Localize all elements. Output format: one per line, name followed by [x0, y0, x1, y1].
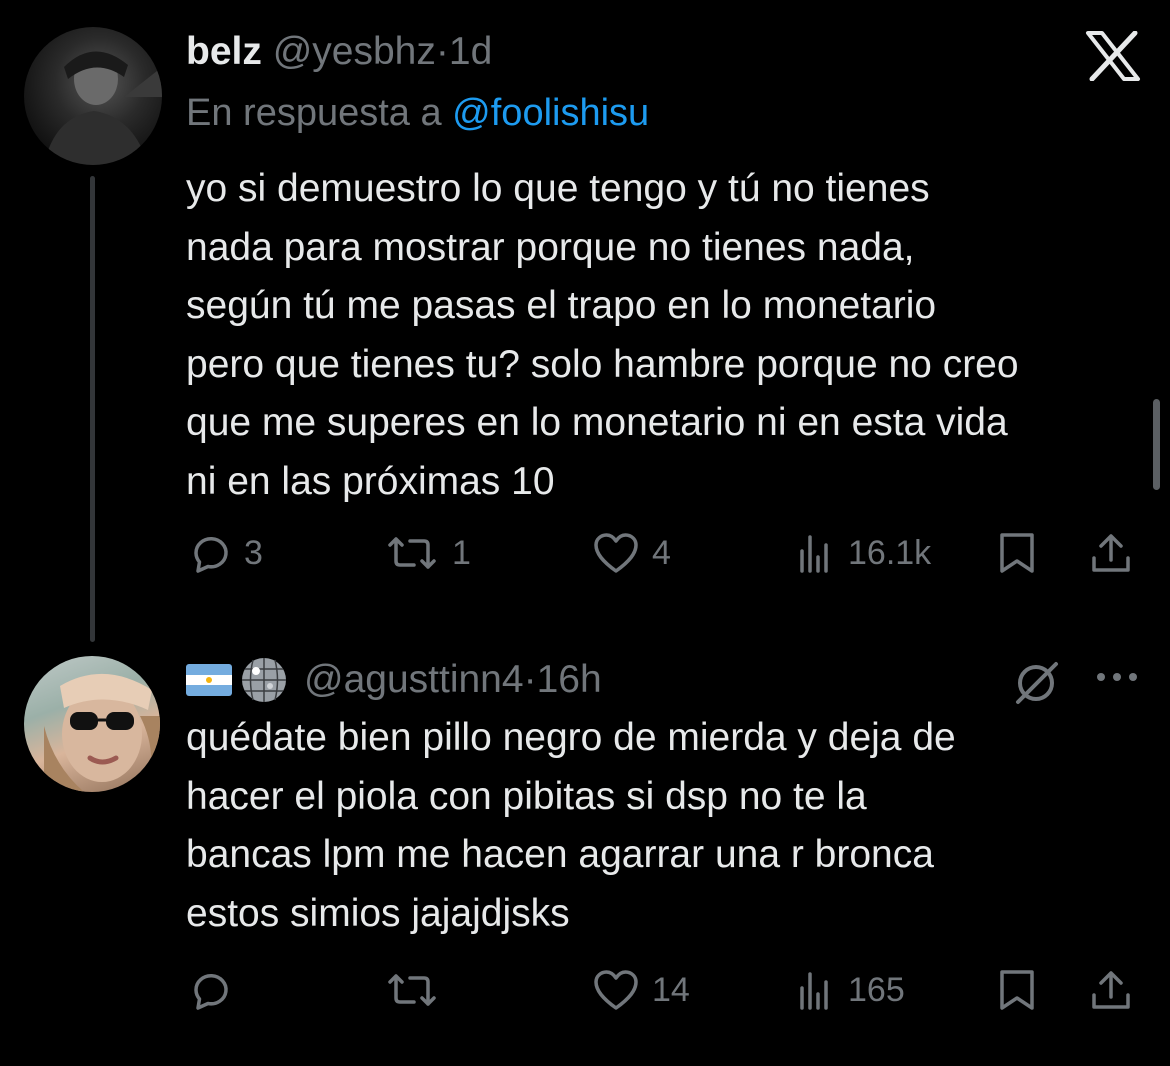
avatar-photo-icon [44, 673, 160, 792]
tweet-text-line: yo si demuestro lo que tengo y tú no tie… [186, 167, 930, 210]
tweet1-text: yo si demuestro lo que tengo y tú no tie… [186, 160, 1019, 511]
tweet-text-line: estos simios jajajdjsks [186, 891, 570, 935]
x-logo-icon[interactable] [1084, 31, 1142, 81]
avatar-belz[interactable] [24, 27, 162, 165]
tweet-time[interactable]: 1d [449, 30, 492, 73]
reply-count: 3 [244, 533, 263, 572]
argentina-flag-icon [186, 664, 232, 696]
reply-icon [194, 974, 228, 1010]
reply-button[interactable] [188, 965, 244, 1015]
reply-prefix: En respuesta a [186, 92, 442, 134]
grok-icon[interactable] [1010, 656, 1062, 708]
more-options-icon[interactable] [1094, 666, 1140, 688]
repost-icon [388, 974, 436, 1006]
tweet-text-line: nada para mostrar porque no tienes nada, [186, 225, 915, 269]
view-count: 165 [848, 970, 905, 1009]
tweet-text-line: hacer el piola con pibitas si dsp no te … [186, 774, 867, 818]
bookmark-icon [1000, 970, 1034, 1010]
views-chart-icon [800, 535, 828, 573]
author-name[interactable]: belz [186, 30, 262, 73]
tweet-text-line: bancas lpm me hacen agarrar una r bronca [186, 833, 934, 876]
tweet-text-line: ni en las próximas 10 [186, 459, 555, 503]
tweet-text-line: pero que tienes tu? solo hambre porque n… [186, 342, 1019, 386]
tweet-text-line: según tú me pasas el trapo en lo monetar… [186, 284, 937, 327]
avatar-photo-icon [44, 51, 162, 165]
avatar-agusttinn4[interactable] [24, 656, 160, 792]
bookmark-button[interactable] [996, 528, 1038, 578]
repost-icon [388, 537, 436, 569]
like-count: 14 [652, 970, 690, 1009]
repost-count: 1 [452, 533, 471, 572]
tweet-text-line: quédate bien pillo negro de mierda y dej… [186, 716, 956, 759]
tweet-time[interactable]: 16h [537, 658, 602, 701]
share-icon [1092, 534, 1130, 572]
bookmark-icon [1000, 533, 1034, 573]
heart-icon [594, 970, 638, 1010]
reply-context: En respuesta a @foolishisu [186, 94, 649, 132]
views-button[interactable]: 165 [796, 965, 905, 1015]
like-button[interactable]: 14 [592, 965, 690, 1015]
author-handle[interactable]: @yesbhz [273, 30, 436, 73]
tweet1-header: belz @yesbhz·1d [186, 32, 492, 71]
share-button[interactable] [1088, 965, 1134, 1015]
reply-button[interactable]: 3 [188, 528, 263, 578]
like-count: 4 [652, 533, 671, 572]
bookmark-button[interactable] [996, 965, 1038, 1015]
repost-button[interactable]: 1 [384, 528, 471, 578]
reply-icon [194, 537, 228, 573]
tweet2-header: @agusttinn4·16h [304, 660, 602, 699]
heart-icon [594, 533, 638, 573]
thread-connector-line [90, 176, 95, 642]
view-count: 16.1k [848, 533, 932, 572]
mirror-ball-icon [242, 658, 286, 702]
views-button[interactable]: 16.1k [796, 528, 931, 578]
reply-to-link[interactable]: @foolishisu [452, 92, 649, 134]
share-button[interactable] [1088, 528, 1134, 578]
author-handle[interactable]: @agusttinn4 [304, 658, 524, 701]
separator-dot: · [435, 30, 449, 73]
tweet2-text: quédate bien pillo negro de mierda y dej… [186, 709, 956, 943]
scrollbar-thumb[interactable] [1153, 399, 1160, 490]
share-icon [1092, 971, 1130, 1009]
separator-dot: · [523, 658, 537, 701]
views-chart-icon [800, 972, 828, 1010]
tweet-text-line: que me superes en lo monetario ni en est… [186, 401, 1008, 444]
like-button[interactable]: 4 [592, 528, 671, 578]
repost-button[interactable] [384, 965, 452, 1015]
